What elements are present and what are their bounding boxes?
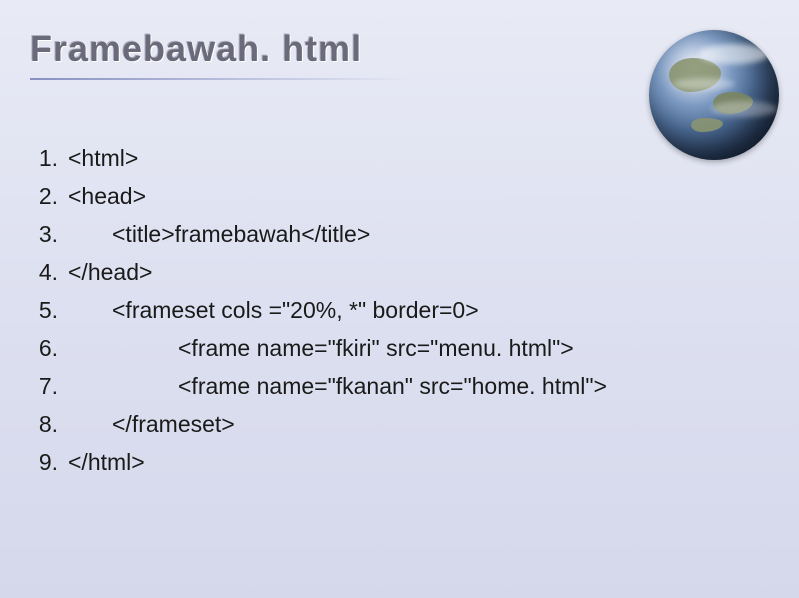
slide-title: Framebawah. html: [30, 28, 362, 70]
code-line: 9. </html>: [30, 444, 607, 482]
line-text: </frameset>: [68, 406, 235, 444]
code-line: 2. <head>: [30, 178, 607, 216]
title-underline: [30, 78, 410, 80]
line-text: <title>framebawah</title>: [68, 216, 370, 254]
line-text: <html>: [68, 140, 138, 178]
line-number: 1.: [30, 140, 68, 178]
line-number: 6.: [30, 330, 68, 368]
line-text: </html>: [68, 444, 145, 482]
line-number: 2.: [30, 178, 68, 216]
code-line: 6. <frame name="fkiri" src="menu. html">: [30, 330, 607, 368]
code-line: 3. <title>framebawah</title>: [30, 216, 607, 254]
line-number: 5.: [30, 292, 68, 330]
line-text: <frameset cols ="20%, *" border=0>: [68, 292, 479, 330]
line-text: <head>: [68, 178, 146, 216]
code-line: 4. </head>: [30, 254, 607, 292]
line-text: </head>: [68, 254, 152, 292]
code-line: 7. <frame name="fkanan" src="home. html"…: [30, 368, 607, 406]
globe-icon: [649, 30, 779, 160]
code-line: 1. <html>: [30, 140, 607, 178]
line-number: 8.: [30, 406, 68, 444]
code-line: 8. </frameset>: [30, 406, 607, 444]
line-text: <frame name="fkanan" src="home. html">: [68, 368, 607, 406]
line-text: <frame name="fkiri" src="menu. html">: [68, 330, 574, 368]
code-line: 5. <frameset cols ="20%, *" border=0>: [30, 292, 607, 330]
line-number: 9.: [30, 444, 68, 482]
line-number: 3.: [30, 216, 68, 254]
code-listing: 1. <html> 2. <head> 3. <title>framebawah…: [30, 140, 607, 481]
line-number: 4.: [30, 254, 68, 292]
line-number: 7.: [30, 368, 68, 406]
